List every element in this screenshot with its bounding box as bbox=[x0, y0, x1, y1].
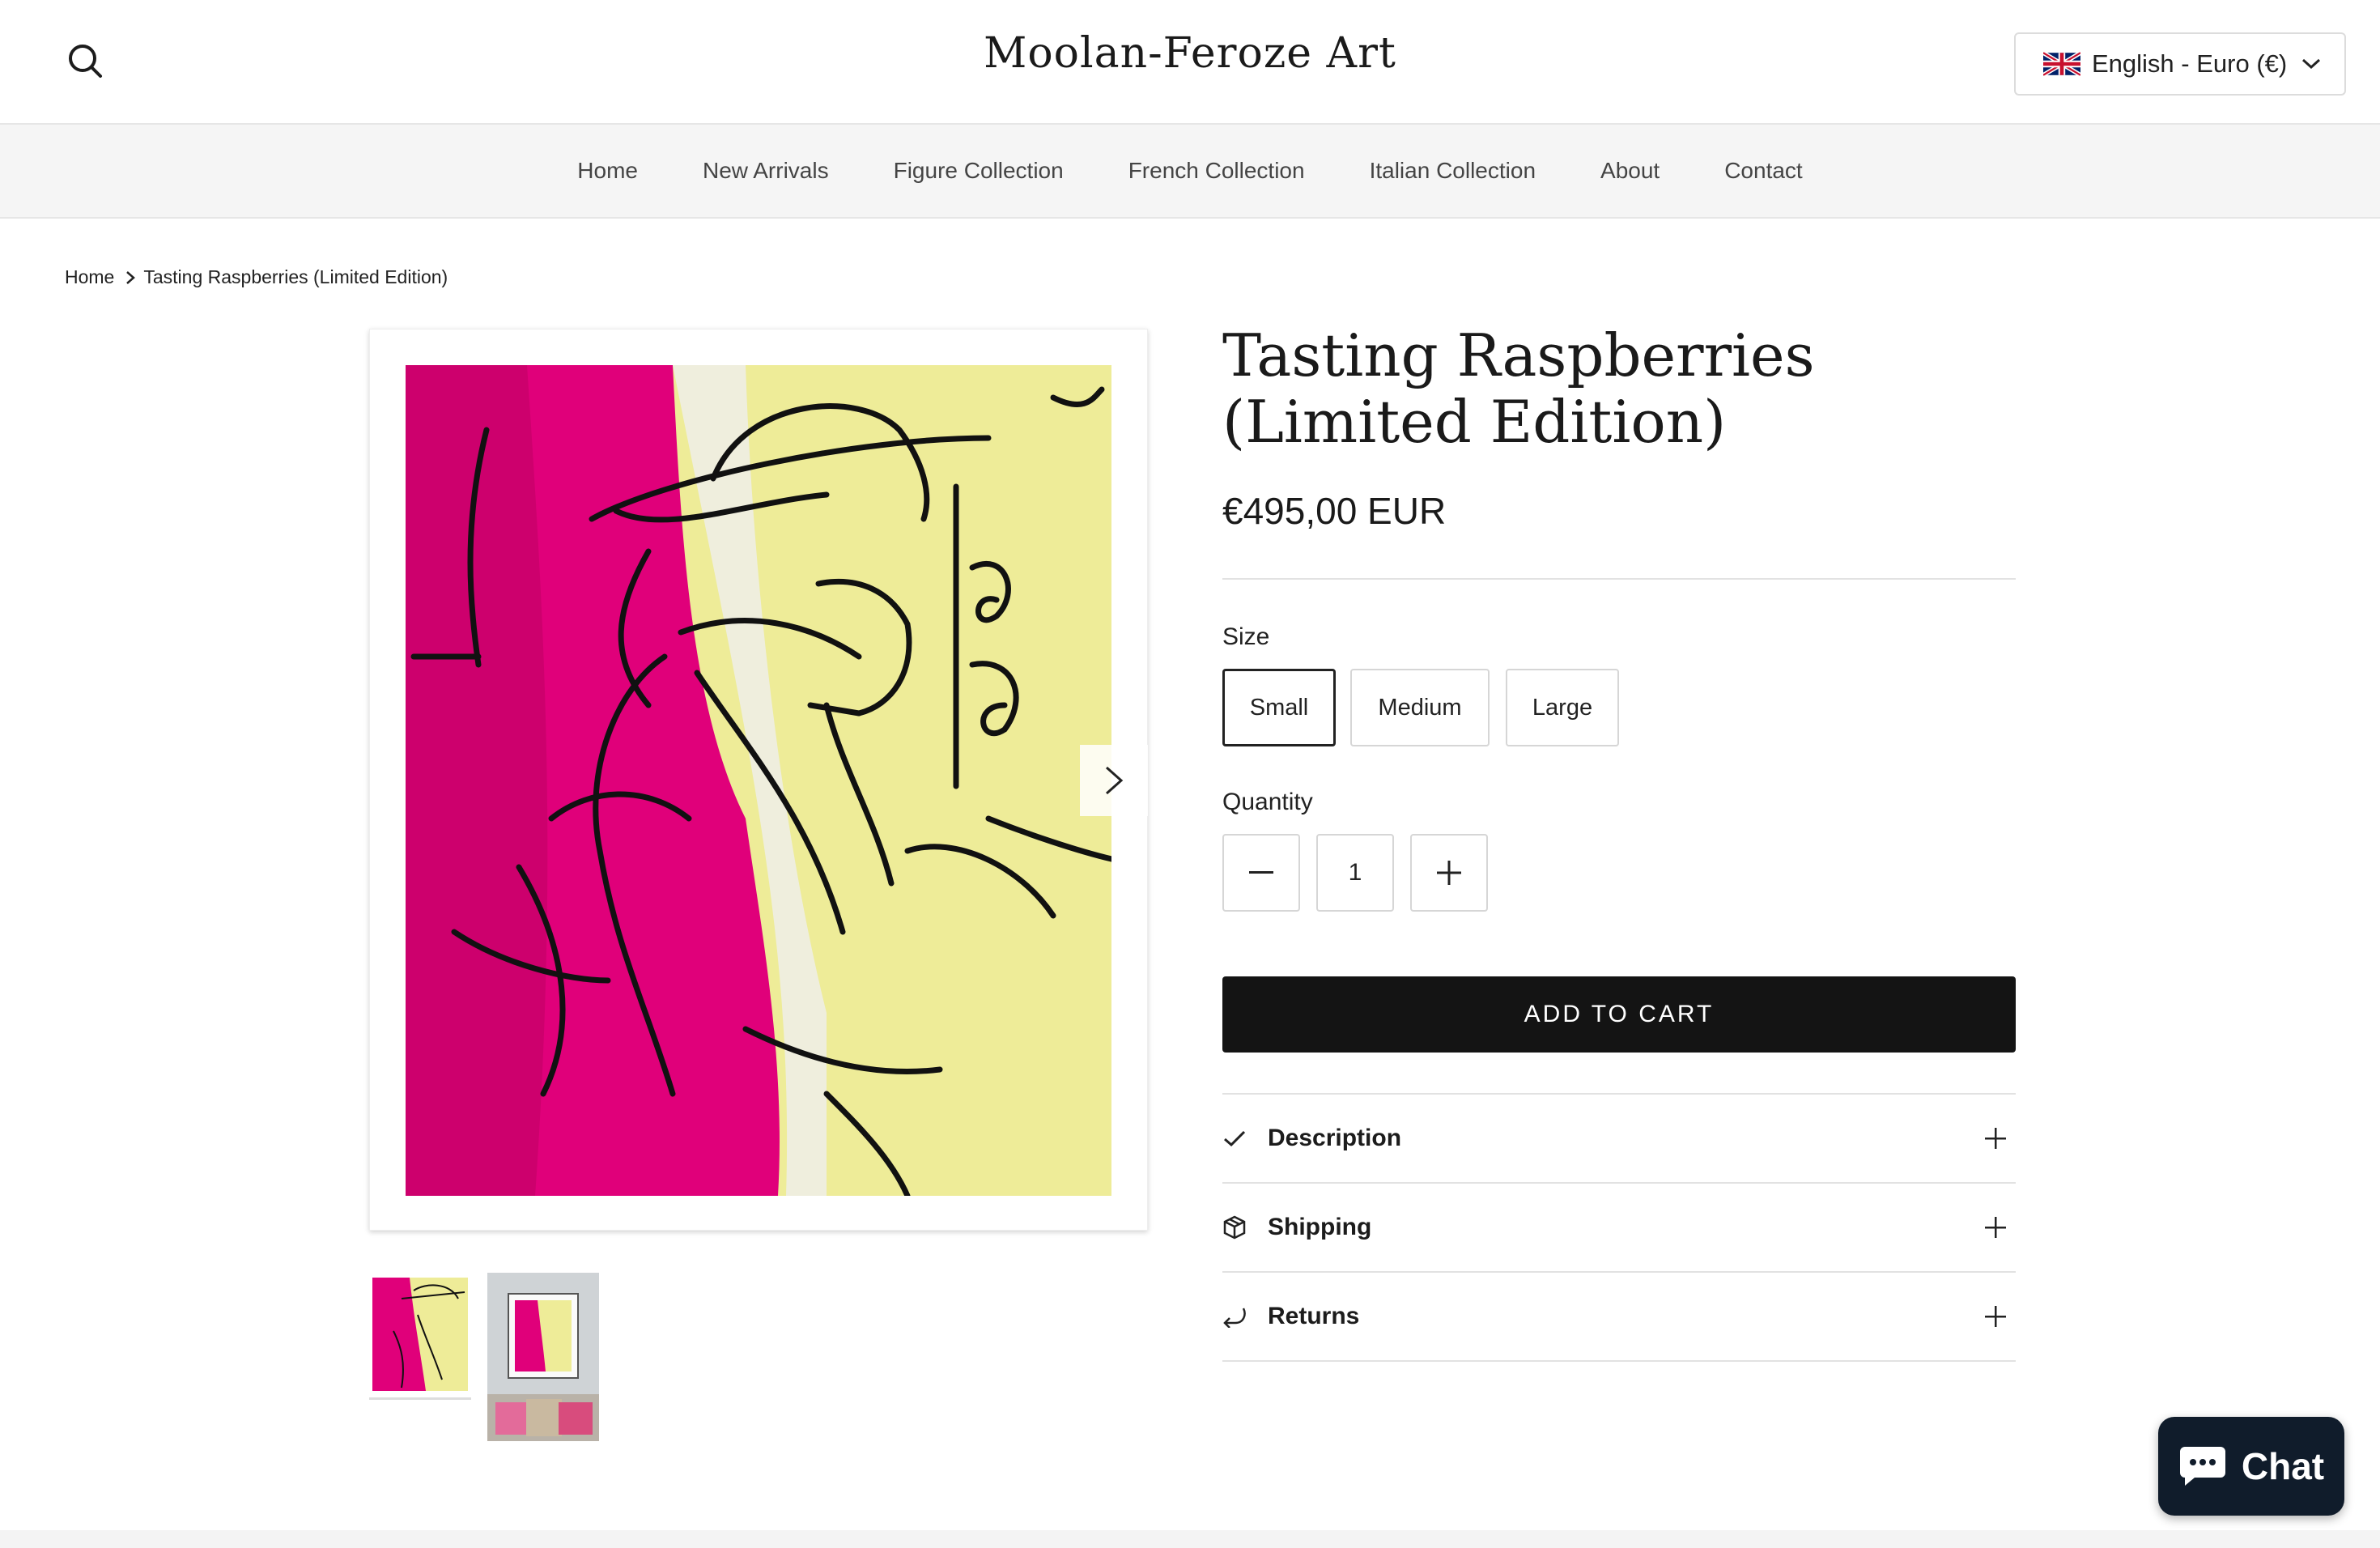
product-thumbnail-2[interactable] bbox=[487, 1273, 599, 1441]
nav-item-contact[interactable]: Contact bbox=[1692, 158, 1835, 184]
currency-label: English - Euro (€) bbox=[2092, 49, 2288, 78]
site-header: Moolan-Feroze Art English - Euro (€) bbox=[0, 0, 2380, 125]
minus-icon bbox=[1249, 871, 1273, 874]
nav-item-figure-collection[interactable]: Figure Collection bbox=[861, 158, 1096, 184]
return-arrow-icon bbox=[1222, 1304, 1247, 1329]
breadcrumb-home[interactable]: Home bbox=[65, 266, 114, 288]
size-option-medium[interactable]: Medium bbox=[1350, 669, 1490, 746]
plus-icon bbox=[1985, 1217, 2006, 1238]
box-icon bbox=[1222, 1215, 1247, 1240]
quantity-input[interactable]: 1 bbox=[1316, 834, 1394, 912]
chat-label: Chat bbox=[2241, 1445, 2325, 1487]
accordion-description[interactable]: Description bbox=[1222, 1093, 2016, 1182]
artwork-image bbox=[406, 365, 1111, 1196]
size-label: Size bbox=[1222, 623, 1270, 650]
nav-item-french-collection[interactable]: French Collection bbox=[1096, 158, 1337, 184]
chevron-right-icon bbox=[1106, 766, 1124, 795]
accordion-shipping-label: Shipping bbox=[1268, 1214, 1372, 1240]
nav-item-about[interactable]: About bbox=[1568, 158, 1692, 184]
footer-edge bbox=[0, 1530, 2380, 1548]
nav-item-new-arrivals[interactable]: New Arrivals bbox=[670, 158, 861, 184]
divider bbox=[1222, 578, 2016, 580]
plus-icon bbox=[1437, 861, 1461, 885]
chat-bubble-icon bbox=[2179, 1447, 2225, 1486]
quantity-decrease-button[interactable] bbox=[1222, 834, 1300, 912]
size-option-small[interactable]: Small bbox=[1222, 669, 1336, 746]
quantity-increase-button[interactable] bbox=[1410, 834, 1488, 912]
language-currency-selector[interactable]: English - Euro (€) bbox=[2014, 32, 2346, 96]
product-price: €495,00 EUR bbox=[1222, 490, 1447, 532]
image-next-button[interactable] bbox=[1080, 745, 1148, 816]
chevron-down-icon bbox=[2302, 58, 2321, 70]
product-thumbnail-1[interactable] bbox=[369, 1274, 471, 1400]
accordion-returns[interactable]: Returns bbox=[1222, 1271, 2016, 1362]
chat-button[interactable]: Chat bbox=[2158, 1417, 2344, 1516]
chevron-right-icon bbox=[126, 270, 136, 284]
accordion-returns-label: Returns bbox=[1268, 1303, 1360, 1329]
plus-icon bbox=[1985, 1128, 2006, 1149]
product-title: Tasting Raspberries (Limited Edition) bbox=[1222, 321, 1815, 456]
uk-flag-icon bbox=[2043, 52, 2080, 76]
size-option-large[interactable]: Large bbox=[1506, 669, 1619, 746]
main-navigation: Home New Arrivals Figure Collection Fren… bbox=[0, 125, 2380, 219]
nav-item-home[interactable]: Home bbox=[545, 158, 670, 184]
check-icon bbox=[1222, 1126, 1247, 1150]
product-main-image[interactable] bbox=[369, 329, 1148, 1231]
plus-icon bbox=[1985, 1306, 2006, 1327]
quantity-label: Quantity bbox=[1222, 789, 1313, 815]
accordion-description-label: Description bbox=[1268, 1125, 1402, 1151]
accordion-shipping[interactable]: Shipping bbox=[1222, 1182, 2016, 1271]
breadcrumb-current: Tasting Raspberries (Limited Edition) bbox=[143, 266, 448, 287]
add-to-cart-button[interactable]: ADD TO CART bbox=[1222, 976, 2016, 1053]
nav-item-italian-collection[interactable]: Italian Collection bbox=[1337, 158, 1568, 184]
breadcrumb: Home Tasting Raspberries (Limited Editio… bbox=[65, 266, 448, 288]
